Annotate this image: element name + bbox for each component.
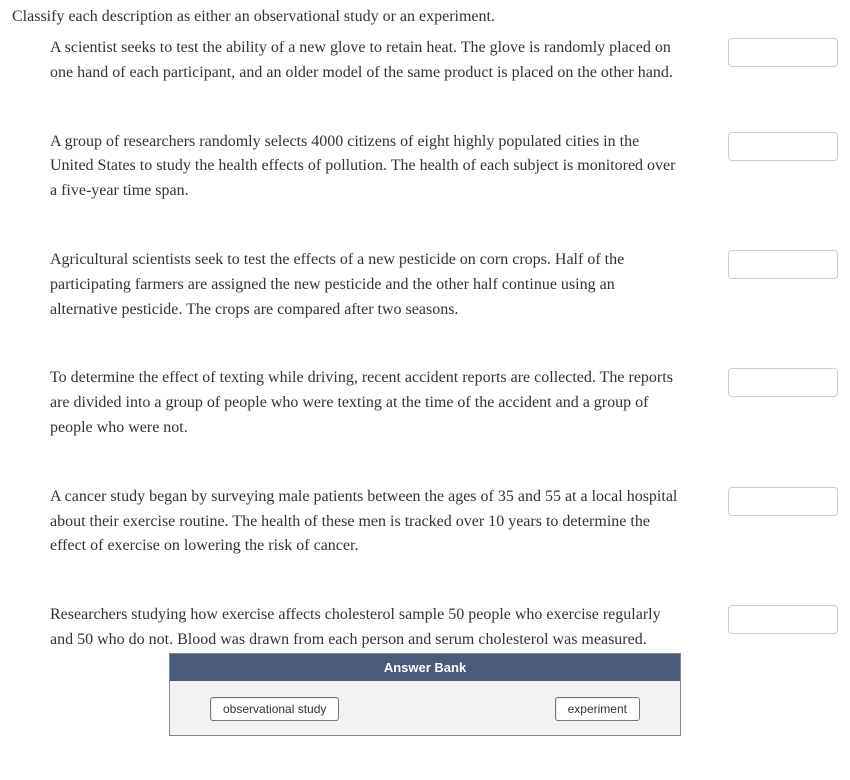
question-text: Researchers studying how exercise affect… bbox=[50, 603, 728, 653]
answer-drop-target[interactable] bbox=[728, 250, 838, 279]
question-text: A scientist seeks to test the ability of… bbox=[50, 36, 728, 86]
answer-drop-target[interactable] bbox=[728, 487, 838, 516]
question-container: Classify each description as either an o… bbox=[0, 0, 850, 736]
question-row: A cancer study began by surveying male p… bbox=[12, 485, 838, 559]
question-row: Researchers studying how exercise affect… bbox=[12, 603, 838, 653]
answer-bank-title: Answer Bank bbox=[170, 654, 680, 681]
question-row: A scientist seeks to test the ability of… bbox=[12, 36, 838, 86]
answer-drop-target[interactable] bbox=[728, 368, 838, 397]
question-text: Agricultural scientists seek to test the… bbox=[50, 248, 728, 322]
question-text: To determine the effect of texting while… bbox=[50, 366, 728, 440]
answer-bank: Answer Bank observational study experime… bbox=[169, 653, 681, 736]
answer-bank-wrap: Answer Bank observational study experime… bbox=[12, 653, 838, 736]
answer-drop-target[interactable] bbox=[728, 132, 838, 161]
question-row: A group of researchers randomly selects … bbox=[12, 130, 838, 204]
question-row: To determine the effect of texting while… bbox=[12, 366, 838, 440]
question-row: Agricultural scientists seek to test the… bbox=[12, 248, 838, 322]
answer-drop-target[interactable] bbox=[728, 38, 838, 67]
answer-chip-experiment[interactable]: experiment bbox=[555, 697, 640, 721]
answer-bank-body: observational study experiment bbox=[170, 681, 680, 735]
question-text: A cancer study began by surveying male p… bbox=[50, 485, 728, 559]
answer-chip-observational[interactable]: observational study bbox=[210, 697, 339, 721]
answer-drop-target[interactable] bbox=[728, 605, 838, 634]
instruction-text: Classify each description as either an o… bbox=[12, 8, 838, 26]
question-text: A group of researchers randomly selects … bbox=[50, 130, 728, 204]
